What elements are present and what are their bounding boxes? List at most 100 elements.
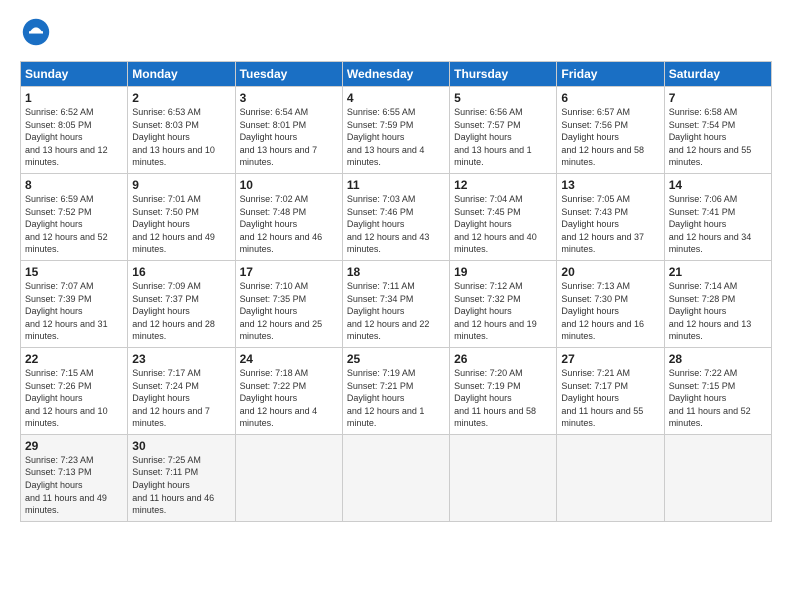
cell-info: Sunrise: 7:06 AMSunset: 7:41 PMDaylight … [669, 193, 767, 256]
day-number: 26 [454, 352, 552, 366]
cell-info: Sunrise: 7:17 AMSunset: 7:24 PMDaylight … [132, 367, 230, 430]
day-number: 20 [561, 265, 659, 279]
cell-info: Sunrise: 6:57 AMSunset: 7:56 PMDaylight … [561, 106, 659, 169]
calendar-table: SundayMondayTuesdayWednesdayThursdayFrid… [20, 61, 772, 522]
header [20, 18, 772, 51]
calendar-cell: 26Sunrise: 7:20 AMSunset: 7:19 PMDayligh… [450, 347, 557, 434]
day-number: 6 [561, 91, 659, 105]
day-number: 3 [240, 91, 338, 105]
day-header-wednesday: Wednesday [342, 62, 449, 87]
day-number: 25 [347, 352, 445, 366]
cell-info: Sunrise: 7:01 AMSunset: 7:50 PMDaylight … [132, 193, 230, 256]
calendar-cell: 9Sunrise: 7:01 AMSunset: 7:50 PMDaylight… [128, 173, 235, 260]
day-number: 24 [240, 352, 338, 366]
cell-info: Sunrise: 7:12 AMSunset: 7:32 PMDaylight … [454, 280, 552, 343]
calendar-cell: 16Sunrise: 7:09 AMSunset: 7:37 PMDayligh… [128, 260, 235, 347]
cell-info: Sunrise: 6:55 AMSunset: 7:59 PMDaylight … [347, 106, 445, 169]
calendar-cell [557, 434, 664, 521]
day-number: 5 [454, 91, 552, 105]
cell-info: Sunrise: 7:23 AMSunset: 7:13 PMDaylight … [25, 454, 123, 517]
cell-info: Sunrise: 7:14 AMSunset: 7:28 PMDaylight … [669, 280, 767, 343]
calendar-cell: 2Sunrise: 6:53 AMSunset: 8:03 PMDaylight… [128, 87, 235, 174]
calendar-cell: 5Sunrise: 6:56 AMSunset: 7:57 PMDaylight… [450, 87, 557, 174]
calendar-cell: 18Sunrise: 7:11 AMSunset: 7:34 PMDayligh… [342, 260, 449, 347]
day-number: 9 [132, 178, 230, 192]
calendar-cell: 27Sunrise: 7:21 AMSunset: 7:17 PMDayligh… [557, 347, 664, 434]
calendar-cell [342, 434, 449, 521]
calendar-cell: 22Sunrise: 7:15 AMSunset: 7:26 PMDayligh… [21, 347, 128, 434]
cell-info: Sunrise: 6:56 AMSunset: 7:57 PMDaylight … [454, 106, 552, 169]
cell-info: Sunrise: 7:20 AMSunset: 7:19 PMDaylight … [454, 367, 552, 430]
calendar-cell: 29Sunrise: 7:23 AMSunset: 7:13 PMDayligh… [21, 434, 128, 521]
day-header-friday: Friday [557, 62, 664, 87]
calendar-cell: 7Sunrise: 6:58 AMSunset: 7:54 PMDaylight… [664, 87, 771, 174]
cell-info: Sunrise: 7:25 AMSunset: 7:11 PMDaylight … [132, 454, 230, 517]
day-number: 2 [132, 91, 230, 105]
logo [20, 18, 50, 51]
calendar-cell: 6Sunrise: 6:57 AMSunset: 7:56 PMDaylight… [557, 87, 664, 174]
day-header-thursday: Thursday [450, 62, 557, 87]
calendar-cell: 24Sunrise: 7:18 AMSunset: 7:22 PMDayligh… [235, 347, 342, 434]
cell-info: Sunrise: 7:02 AMSunset: 7:48 PMDaylight … [240, 193, 338, 256]
day-number: 12 [454, 178, 552, 192]
cell-info: Sunrise: 7:18 AMSunset: 7:22 PMDaylight … [240, 367, 338, 430]
calendar-cell: 14Sunrise: 7:06 AMSunset: 7:41 PMDayligh… [664, 173, 771, 260]
calendar-header-row: SundayMondayTuesdayWednesdayThursdayFrid… [21, 62, 772, 87]
calendar-cell: 13Sunrise: 7:05 AMSunset: 7:43 PMDayligh… [557, 173, 664, 260]
cell-info: Sunrise: 6:54 AMSunset: 8:01 PMDaylight … [240, 106, 338, 169]
cell-info: Sunrise: 7:22 AMSunset: 7:15 PMDaylight … [669, 367, 767, 430]
cell-info: Sunrise: 6:59 AMSunset: 7:52 PMDaylight … [25, 193, 123, 256]
calendar-cell: 10Sunrise: 7:02 AMSunset: 7:48 PMDayligh… [235, 173, 342, 260]
day-header-saturday: Saturday [664, 62, 771, 87]
cell-info: Sunrise: 7:04 AMSunset: 7:45 PMDaylight … [454, 193, 552, 256]
day-number: 8 [25, 178, 123, 192]
day-number: 17 [240, 265, 338, 279]
cell-info: Sunrise: 7:11 AMSunset: 7:34 PMDaylight … [347, 280, 445, 343]
logo-icon [22, 18, 50, 46]
day-number: 11 [347, 178, 445, 192]
calendar-page: SundayMondayTuesdayWednesdayThursdayFrid… [0, 0, 792, 534]
calendar-cell: 21Sunrise: 7:14 AMSunset: 7:28 PMDayligh… [664, 260, 771, 347]
cell-info: Sunrise: 7:07 AMSunset: 7:39 PMDaylight … [25, 280, 123, 343]
day-header-sunday: Sunday [21, 62, 128, 87]
day-number: 1 [25, 91, 123, 105]
cell-info: Sunrise: 7:10 AMSunset: 7:35 PMDaylight … [240, 280, 338, 343]
cell-info: Sunrise: 7:19 AMSunset: 7:21 PMDaylight … [347, 367, 445, 430]
day-number: 28 [669, 352, 767, 366]
calendar-cell [450, 434, 557, 521]
day-number: 15 [25, 265, 123, 279]
day-number: 4 [347, 91, 445, 105]
calendar-cell: 11Sunrise: 7:03 AMSunset: 7:46 PMDayligh… [342, 173, 449, 260]
day-number: 27 [561, 352, 659, 366]
day-number: 22 [25, 352, 123, 366]
calendar-cell: 28Sunrise: 7:22 AMSunset: 7:15 PMDayligh… [664, 347, 771, 434]
calendar-cell: 30Sunrise: 7:25 AMSunset: 7:11 PMDayligh… [128, 434, 235, 521]
day-number: 29 [25, 439, 123, 453]
day-number: 10 [240, 178, 338, 192]
cell-info: Sunrise: 7:05 AMSunset: 7:43 PMDaylight … [561, 193, 659, 256]
day-header-monday: Monday [128, 62, 235, 87]
day-number: 14 [669, 178, 767, 192]
calendar-cell: 12Sunrise: 7:04 AMSunset: 7:45 PMDayligh… [450, 173, 557, 260]
calendar-cell: 4Sunrise: 6:55 AMSunset: 7:59 PMDaylight… [342, 87, 449, 174]
calendar-week-1: 1Sunrise: 6:52 AMSunset: 8:05 PMDaylight… [21, 87, 772, 174]
day-number: 16 [132, 265, 230, 279]
cell-info: Sunrise: 6:58 AMSunset: 7:54 PMDaylight … [669, 106, 767, 169]
day-number: 18 [347, 265, 445, 279]
cell-info: Sunrise: 7:13 AMSunset: 7:30 PMDaylight … [561, 280, 659, 343]
calendar-cell: 19Sunrise: 7:12 AMSunset: 7:32 PMDayligh… [450, 260, 557, 347]
cell-info: Sunrise: 7:03 AMSunset: 7:46 PMDaylight … [347, 193, 445, 256]
day-header-tuesday: Tuesday [235, 62, 342, 87]
cell-info: Sunrise: 6:52 AMSunset: 8:05 PMDaylight … [25, 106, 123, 169]
cell-info: Sunrise: 7:21 AMSunset: 7:17 PMDaylight … [561, 367, 659, 430]
calendar-cell: 25Sunrise: 7:19 AMSunset: 7:21 PMDayligh… [342, 347, 449, 434]
calendar-cell: 23Sunrise: 7:17 AMSunset: 7:24 PMDayligh… [128, 347, 235, 434]
calendar-week-3: 15Sunrise: 7:07 AMSunset: 7:39 PMDayligh… [21, 260, 772, 347]
calendar-cell: 3Sunrise: 6:54 AMSunset: 8:01 PMDaylight… [235, 87, 342, 174]
calendar-cell: 17Sunrise: 7:10 AMSunset: 7:35 PMDayligh… [235, 260, 342, 347]
calendar-week-5: 29Sunrise: 7:23 AMSunset: 7:13 PMDayligh… [21, 434, 772, 521]
calendar-cell [664, 434, 771, 521]
day-number: 19 [454, 265, 552, 279]
calendar-cell: 8Sunrise: 6:59 AMSunset: 7:52 PMDaylight… [21, 173, 128, 260]
calendar-cell [235, 434, 342, 521]
